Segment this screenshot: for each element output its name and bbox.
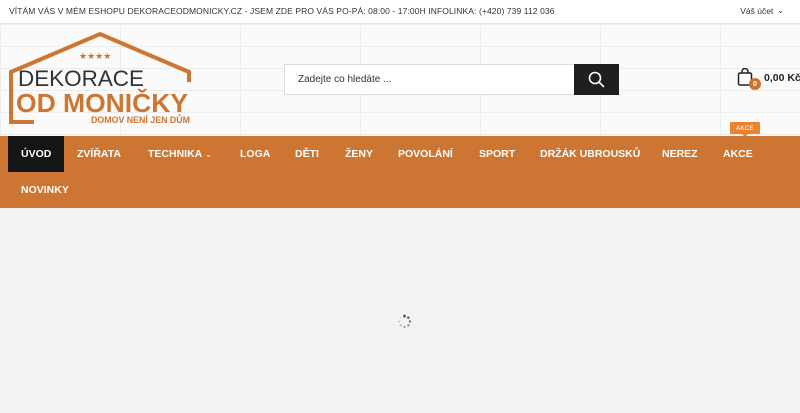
nav-item-drzak-ubrousku[interactable]: DRŽÁK UBROUSKŮ (527, 136, 653, 172)
nav-item-label: NOVINKY (21, 184, 69, 196)
nav-item-zvirata[interactable]: ZVÍŘATA (64, 136, 134, 172)
logo-stars: ★★★★ (79, 52, 111, 62)
nav-item-label: DRŽÁK UBROUSKŮ (540, 148, 641, 160)
search-icon (588, 71, 605, 88)
nav-item-label: SPORT (479, 148, 516, 160)
account-menu[interactable]: Váš účet ⌄ (740, 6, 784, 16)
nav-item-zeny[interactable]: ŽENY (332, 136, 386, 172)
search-box (284, 64, 619, 95)
content-area (0, 208, 800, 413)
chevron-down-icon: ⌄ (777, 6, 784, 15)
nav-item-povolani[interactable]: POVOLÁNÍ (385, 136, 466, 172)
logo-tagline: DOMOV NENÍ JEN DŮM (91, 114, 190, 125)
shopping-bag-icon: 0 (737, 67, 761, 90)
cart-count-badge: 0 (749, 78, 761, 90)
search-input[interactable] (285, 65, 575, 94)
nav-item-label: ŽENY (345, 148, 374, 160)
nav-item-deti[interactable]: DĚTI (282, 136, 332, 172)
nav-item-label: TECHNIKA (148, 148, 203, 160)
welcome-message: VÍTÁM VÁS V MÉM ESHOPU DEKORACEODMONICKY… (9, 6, 555, 16)
nav-item-label: POVOLÁNÍ (398, 148, 453, 160)
nav-item-loga[interactable]: LOGA (227, 136, 283, 172)
nav-item-label: ÚVOD (21, 148, 52, 160)
logo[interactable]: ★★★★ DEKORACE OD MONIČKY DOMOV NENÍ JEN … (8, 30, 192, 128)
header: ★★★★ DEKORACE OD MONIČKY DOMOV NENÍ JEN … (0, 24, 800, 136)
nav-item-label: DĚTI (295, 148, 319, 160)
chevron-down-icon: ⌄ (205, 149, 212, 159)
nav-item-label: ZVÍŘATA (77, 148, 121, 160)
nav-item-uvod[interactable]: ÚVOD (8, 136, 65, 172)
logo-line2: OD MONIČKY (16, 88, 188, 118)
loading-spinner-icon (398, 314, 412, 328)
nav-item-novinky[interactable]: NOVINKY (8, 172, 82, 208)
cart[interactable]: 0 0,00 Kč (737, 67, 800, 90)
akce-badge: AKCE (730, 122, 760, 137)
nav-item-akce[interactable]: AKCE (710, 136, 766, 172)
nav-item-label: NEREZ (662, 148, 698, 160)
main-nav: ÚVOD ZVÍŘATA TECHNIKA ⌄ LOGA DĚTI ŽENY PO… (0, 122, 800, 208)
nav-item-label: LOGA (240, 148, 271, 160)
nav-item-nerez[interactable]: NEREZ (649, 136, 711, 172)
account-label: Váš účet (740, 6, 774, 16)
top-bar: VÍTÁM VÁS V MÉM ESHOPU DEKORACEODMONICKY… (0, 0, 800, 24)
nav-item-label: AKCE (723, 148, 753, 160)
nav-item-sport[interactable]: SPORT (466, 136, 528, 172)
cart-total: 0,00 Kč (764, 72, 800, 84)
nav-item-technika[interactable]: TECHNIKA ⌄ (135, 136, 225, 172)
search-button[interactable] (574, 64, 619, 95)
